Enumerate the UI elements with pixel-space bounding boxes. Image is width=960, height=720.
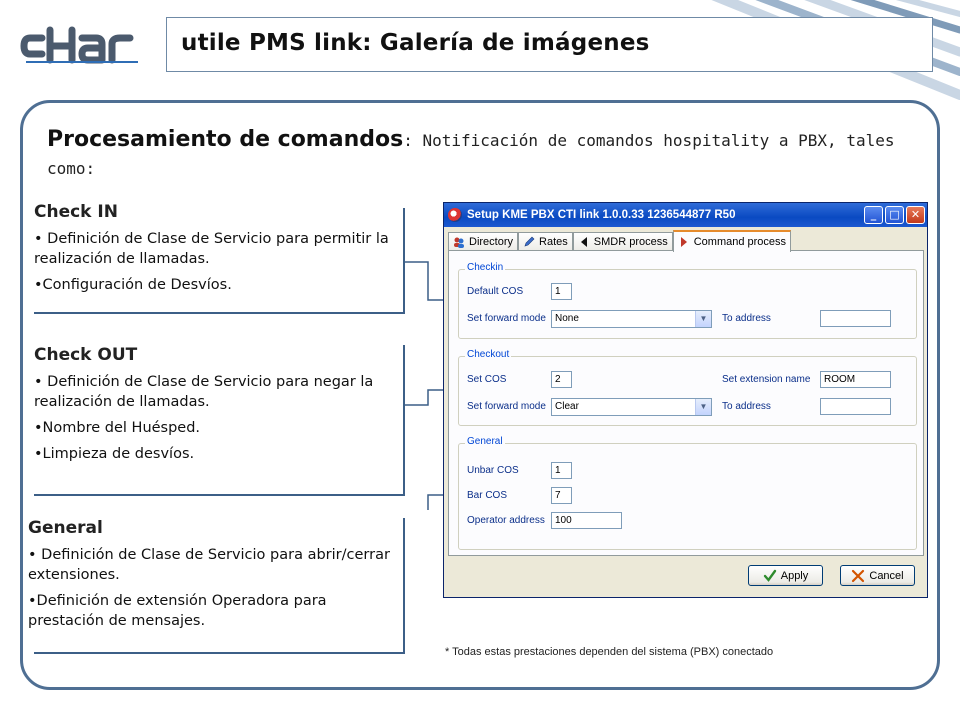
forward-mode-select[interactable]: Clear ▼ [551, 398, 712, 416]
section-heading: Procesamiento de comandos: Notificación … [47, 126, 917, 183]
people-icon [454, 237, 464, 248]
group-checkout: Checkout Set COS 2 Set extension name RO… [458, 349, 917, 426]
arrow-left-icon [580, 237, 587, 247]
chevron-down-icon[interactable]: ▼ [695, 399, 711, 415]
select-value: Clear [555, 401, 579, 412]
select-value: None [555, 313, 579, 324]
setup-dialog: Setup KME PBX CTI link 1.0.0.33 12365448… [443, 202, 928, 598]
tab-label: Directory [469, 236, 514, 248]
tab-smdr-process[interactable]: SMDR process [572, 232, 673, 251]
footnote: * Todas estas prestaciones dependen del … [445, 646, 774, 658]
to-address-input[interactable] [820, 310, 891, 327]
bracket-general [34, 518, 405, 654]
pencil-icon [524, 236, 535, 247]
operator-address-input[interactable]: 100 [551, 512, 622, 529]
tab-label: Rates [539, 236, 568, 248]
tab-content: Checkin Default COS 1 Set forward mode N… [448, 250, 924, 556]
default-cos-label: Default COS [467, 286, 524, 297]
heading-bold: Procesamiento de comandos [47, 127, 404, 152]
forward-mode-select[interactable]: None ▼ [551, 310, 712, 328]
extension-name-input[interactable]: ROOM [820, 371, 891, 388]
maximize-button[interactable]: □ [885, 206, 904, 224]
cancel-icon [852, 569, 865, 582]
tab-label: SMDR process [593, 236, 668, 248]
dialog-title: Setup KME PBX CTI link 1.0.0.33 12365448… [467, 209, 736, 221]
apply-button[interactable]: Apply [748, 565, 823, 586]
tab-command-process[interactable]: Command process [672, 230, 792, 252]
group-label: Checkin [465, 262, 506, 273]
cancel-label: Cancel [869, 569, 904, 582]
dialog-titlebar[interactable]: Setup KME PBX CTI link 1.0.0.33 12365448… [444, 203, 927, 227]
set-cos-label: Set COS [467, 374, 507, 385]
extension-name-label: Set extension name [722, 374, 811, 385]
char-logo [20, 26, 138, 64]
to-address-label: To address [722, 313, 771, 324]
group-label: Checkout [465, 349, 512, 360]
tab-rates[interactable]: Rates [518, 232, 573, 251]
unbar-cos-label: Unbar COS [467, 465, 519, 476]
group-checkin: Checkin Default COS 1 Set forward mode N… [458, 262, 917, 339]
unbar-cos-input[interactable]: 1 [551, 462, 572, 479]
arrow-right-icon [680, 237, 687, 247]
page-title: utile PMS link: Galería de imágenes [181, 30, 650, 56]
forward-mode-label: Set forward mode [467, 401, 546, 412]
group-general: General Unbar COS 1 Bar COS 7 Operator a… [458, 436, 917, 550]
apply-label: Apply [780, 569, 809, 582]
close-button[interactable]: ✕ [906, 206, 925, 224]
cancel-button[interactable]: Cancel [840, 565, 915, 586]
bar-cos-label: Bar COS [467, 490, 508, 501]
tab-strip: Directory Rates SMDR process Command pro… [448, 230, 792, 252]
to-address-label: To address [722, 401, 771, 412]
operator-address-label: Operator address [467, 515, 545, 526]
chevron-down-icon[interactable]: ▼ [695, 311, 711, 327]
bracket-check-out [34, 345, 405, 496]
bar-cos-input[interactable]: 7 [551, 487, 572, 504]
set-cos-input[interactable]: 2 [551, 371, 572, 388]
to-address-input[interactable] [820, 398, 891, 415]
default-cos-input[interactable]: 1 [551, 283, 572, 300]
minimize-button[interactable]: _ [864, 206, 883, 224]
forward-mode-label: Set forward mode [467, 313, 546, 324]
tab-directory[interactable]: Directory [448, 232, 519, 251]
tab-label: Command process [693, 236, 787, 248]
bracket-check-in [34, 208, 405, 314]
group-label: General [465, 436, 505, 447]
app-icon [448, 208, 462, 222]
title-box: utile PMS link: Galería de imágenes [166, 17, 933, 72]
checkmark-icon [763, 569, 776, 582]
